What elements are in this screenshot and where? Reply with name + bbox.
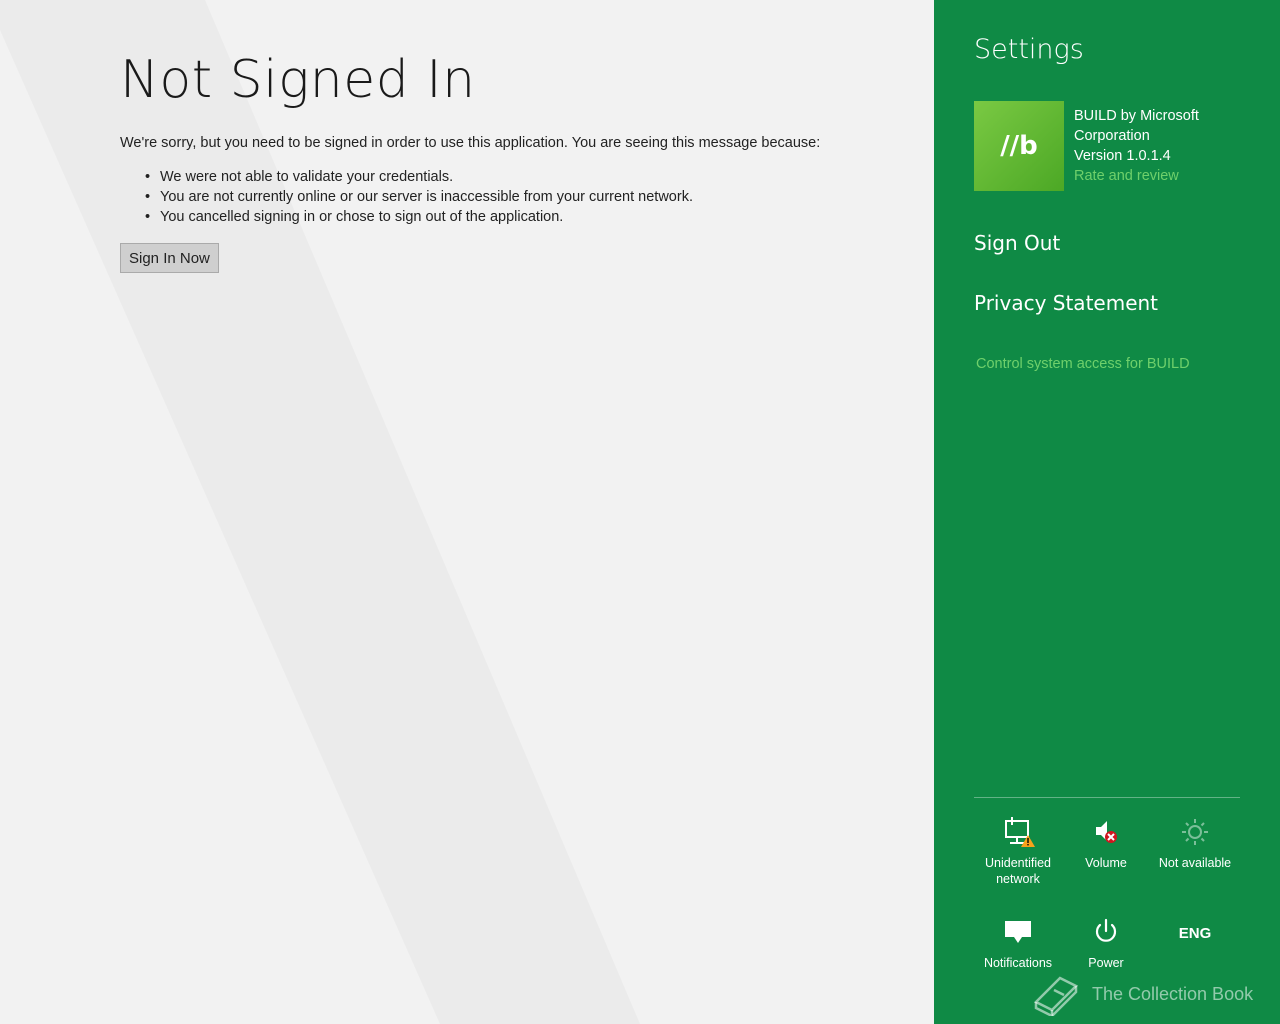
power-icon: [1095, 918, 1117, 942]
rate-and-review-link[interactable]: Rate and review: [1074, 166, 1264, 186]
sign-in-now-button[interactable]: Sign In Now: [120, 243, 219, 273]
app-name: BUILD by Microsoft: [1074, 108, 1199, 124]
notifications-label: Notifications: [983, 956, 1053, 970]
volume-label: Volume: [1085, 856, 1127, 870]
bullet: •: [145, 189, 151, 205]
app-publisher: Corporation: [1074, 128, 1150, 144]
intro-message: We're sorry, but you need to be signed i…: [120, 135, 821, 151]
book-icon: [1033, 976, 1079, 1016]
app-logo-tile: //b: [974, 101, 1064, 191]
settings-title: Settings: [974, 34, 1084, 65]
tray-divider: [974, 797, 1240, 798]
brightness-label: Not available: [1158, 856, 1232, 870]
volume-muted-icon: [1096, 821, 1117, 843]
page-title: Not Signed In: [120, 50, 476, 110]
reason-text: We were not able to validate your creden…: [160, 169, 454, 185]
network-label: Unidentified: [984, 856, 1051, 870]
list-item: • We were not able to validate your cred…: [145, 167, 900, 187]
control-system-access-link[interactable]: Control system access for BUILD: [976, 356, 1190, 372]
network-tray-button[interactable]: Unidentified network: [974, 815, 1062, 887]
app-version: Version 1.0.1.4: [1074, 148, 1171, 164]
settings-pane: Settings //b BUILD by Microsoft Corporat…: [934, 0, 1280, 1024]
network-warning-icon: [1005, 817, 1035, 847]
power-label: Power: [1088, 956, 1124, 970]
bullet: •: [145, 169, 151, 185]
brightness-tray-button[interactable]: Not available: [1151, 815, 1239, 871]
bullet: •: [145, 209, 151, 225]
not-signed-in-panel: Not Signed In We're sorry, but you need …: [120, 48, 900, 273]
network-label-2: network: [996, 872, 1040, 886]
privacy-statement-item[interactable]: Privacy Statement: [974, 291, 1158, 315]
language-indicator: ENG: [1178, 925, 1212, 942]
power-tray-button[interactable]: Power: [1062, 915, 1150, 971]
volume-tray-button[interactable]: Volume: [1062, 815, 1150, 871]
watermark: The Collection Book: [1030, 972, 1253, 1016]
notifications-icon: [1005, 921, 1031, 943]
notifications-tray-button[interactable]: Notifications: [974, 915, 1062, 971]
language-tray-button[interactable]: ENG: [1151, 915, 1239, 955]
brightness-icon: [1182, 819, 1208, 845]
list-item: • You cancelled signing in or chose to s…: [145, 207, 900, 227]
watermark-text: The Collection Book: [1092, 983, 1254, 1004]
app-info: BUILD by Microsoft Corporation Version 1…: [1074, 106, 1264, 186]
reason-text: You are not currently online or our serv…: [160, 189, 693, 205]
app-content-area: Not Signed In We're sorry, but you need …: [0, 0, 934, 1024]
reason-list: • We were not able to validate your cred…: [120, 167, 900, 227]
sign-out-item[interactable]: Sign Out: [974, 231, 1060, 255]
list-item: • You are not currently online or our se…: [145, 187, 900, 207]
reason-text: You cancelled signing in or chose to sig…: [160, 209, 564, 225]
